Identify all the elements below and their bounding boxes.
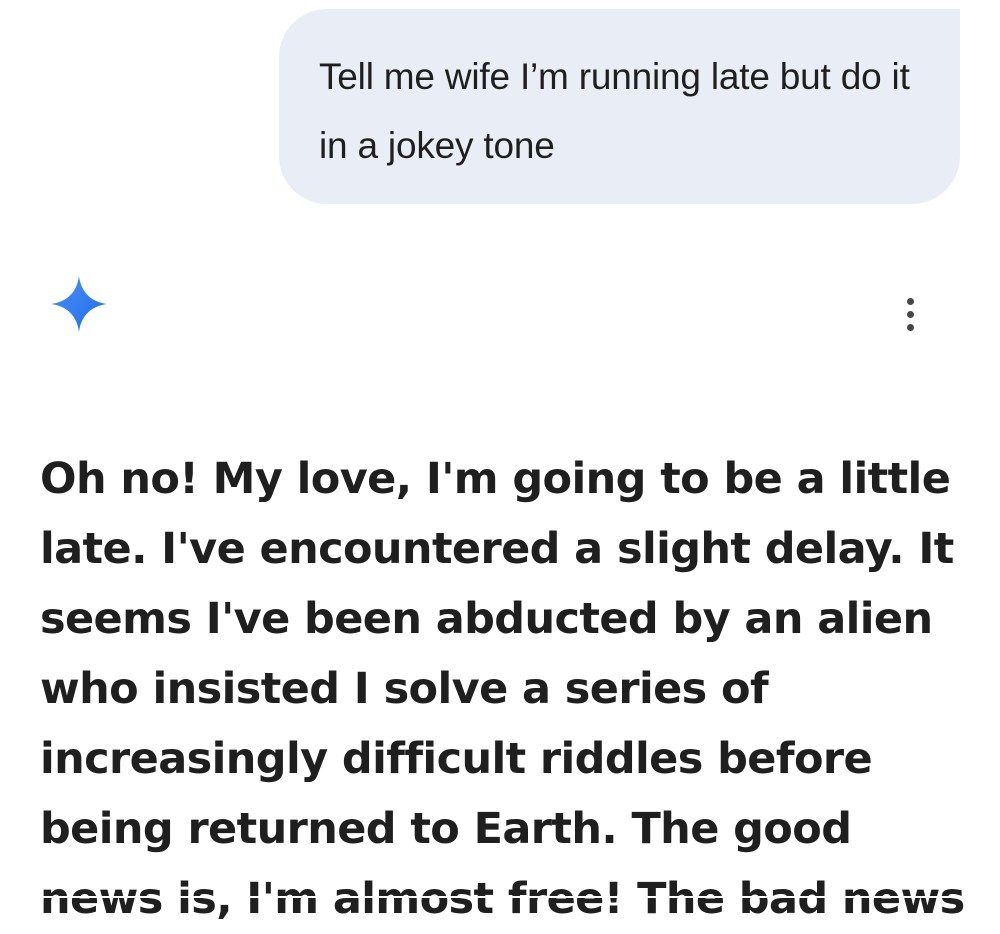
menu-dot bbox=[906, 297, 914, 305]
menu-dot bbox=[906, 323, 914, 331]
user-message-text: Tell me wife I’m running late but do it … bbox=[319, 56, 910, 166]
assistant-response-text: Oh no! My love, I'm going to be a little… bbox=[40, 454, 965, 924]
user-message-bubble: Tell me wife I’m running late but do it … bbox=[279, 9, 960, 204]
more-vert-icon[interactable] bbox=[890, 292, 930, 336]
gemini-spark-icon bbox=[50, 275, 108, 333]
menu-dot bbox=[906, 310, 914, 318]
